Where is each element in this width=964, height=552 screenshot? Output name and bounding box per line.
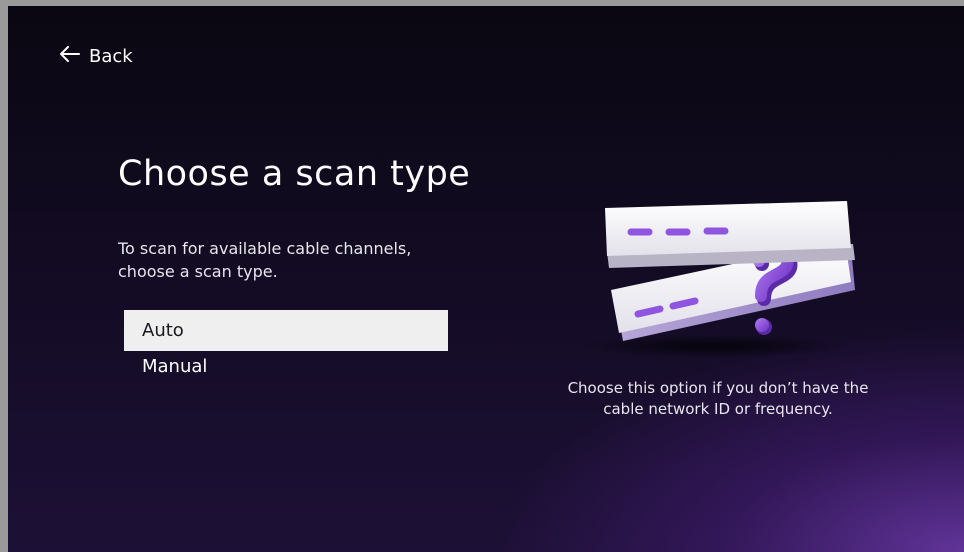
tv-screen: Back Choose a scan type To scan for avai… [8,6,964,552]
page-title: Choose a scan type [118,154,471,194]
back-label: Back [89,46,133,67]
back-button[interactable]: Back [59,45,133,68]
scan-type-list: Auto Manual [124,310,448,381]
option-auto[interactable]: Auto [124,310,448,351]
option-description: Choose this option if you don’t have the… [567,379,869,418]
option-manual-label: Manual [142,355,208,377]
page-subtitle: To scan for available cable channels, ch… [118,239,412,281]
option-auto-label: Auto [142,320,184,341]
scan-cards-question-illustration [563,186,863,361]
arrow-left-icon [59,45,81,68]
option-manual[interactable]: Manual [124,351,448,381]
